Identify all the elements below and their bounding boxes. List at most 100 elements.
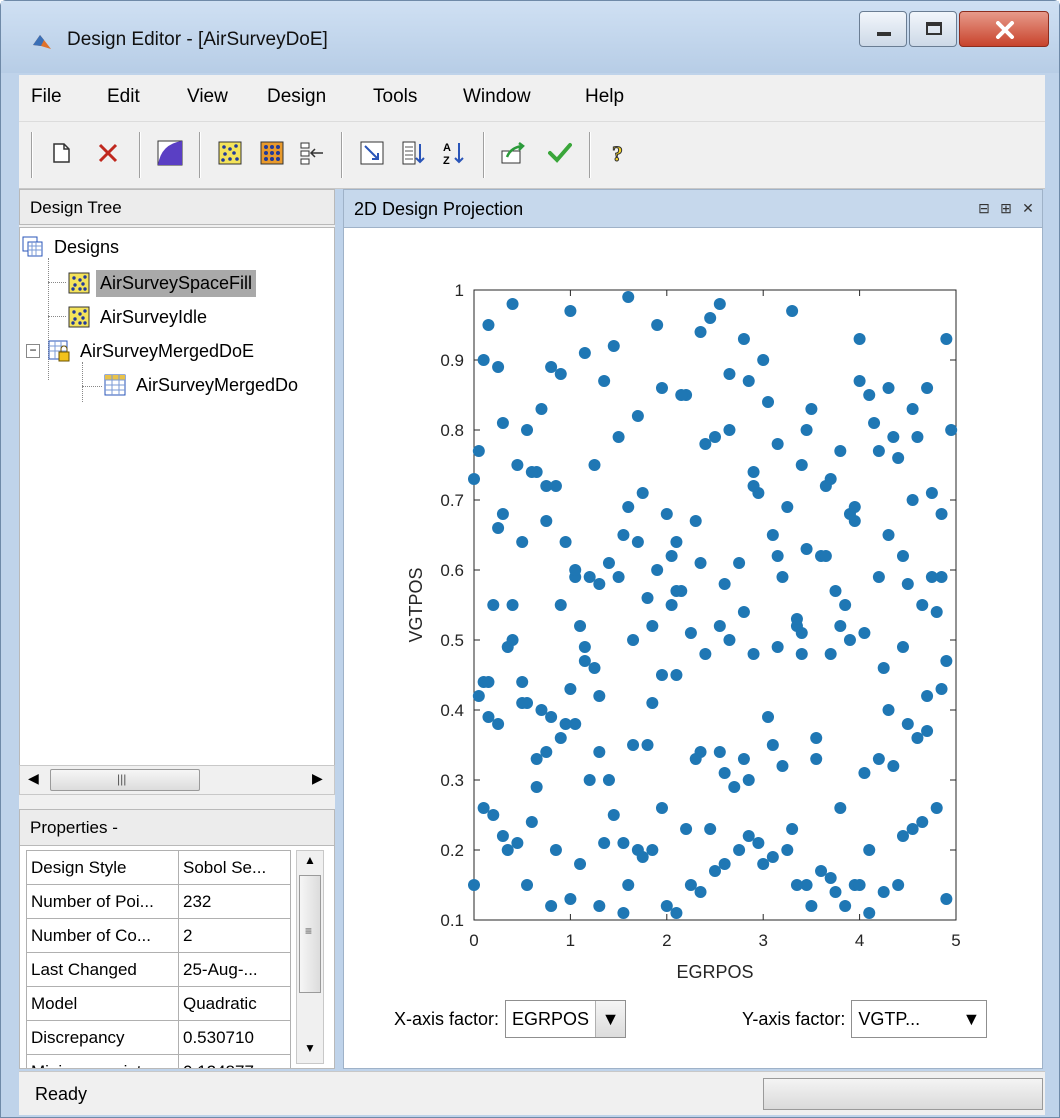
scroll-thumb[interactable]: ≡ (299, 875, 321, 993)
sort-points-icon (402, 141, 425, 165)
data-point (496, 417, 509, 429)
sort-points-button[interactable] (397, 134, 431, 172)
accept-button[interactable] (543, 134, 577, 172)
data-point (675, 389, 688, 401)
tree-root-designs[interactable]: Designs (22, 232, 123, 262)
property-key: Number of Co... (26, 918, 179, 953)
tree-item-airsurveyspacefill[interactable]: AirSurveySpaceFill (68, 268, 257, 298)
scroll-right-icon[interactable]: ▶ (312, 770, 323, 787)
help-button[interactable]: ? (603, 134, 637, 172)
close-view-icon[interactable]: ✕ (1018, 198, 1038, 218)
y-tick-label: 0.3 (440, 771, 464, 790)
properties-row[interactable]: Design Style Sobol Se... (26, 850, 291, 885)
data-point (680, 823, 693, 835)
x-axis-factor-value: EGRPOS (512, 1008, 590, 1029)
collapse-icon[interactable]: − (26, 344, 40, 358)
data-point (602, 557, 615, 569)
data-point (482, 676, 495, 688)
properties-row[interactable]: Discrepancy 0.530710 (26, 1020, 291, 1055)
maximize-button[interactable] (909, 11, 957, 47)
properties-vertical-scrollbar[interactable]: ▲ ≡ ▼ (296, 850, 324, 1064)
scroll-up-icon[interactable]: ▲ (304, 853, 316, 867)
data-point (921, 690, 934, 702)
close-button[interactable] (959, 11, 1049, 47)
data-point (935, 508, 948, 520)
tree-item-airsurveymergeddoe[interactable]: − AirSurveyMergedDoE (26, 336, 258, 366)
data-point (530, 753, 543, 765)
data-point (578, 641, 591, 653)
data-point (829, 886, 842, 898)
title-bar: Design Editor - [AirSurveyDoE] (1, 1, 1059, 73)
data-point (670, 536, 683, 548)
grip-icon: ≡ (305, 924, 313, 938)
properties-row[interactable]: Last Changed 25-Aug-... (26, 952, 291, 987)
menu-file[interactable]: File (31, 86, 62, 108)
properties-row[interactable]: Minimum point ...0.124877 (26, 1054, 291, 1068)
new-design-button[interactable] (45, 134, 79, 172)
data-point (887, 431, 900, 443)
data-point (583, 774, 596, 786)
menu-view[interactable]: View (187, 86, 228, 108)
tree-item-airsurveyidle[interactable]: AirSurveyIdle (68, 302, 211, 332)
menu-window[interactable]: Window (463, 86, 531, 108)
data-point (853, 879, 866, 891)
data-point (781, 501, 794, 513)
data-point (863, 907, 876, 919)
y-tick-label: 0.9 (440, 351, 464, 370)
x-tick-label: 4 (855, 931, 864, 950)
data-point (492, 522, 505, 534)
properties-row[interactable]: Number of Co... 2 (26, 918, 291, 953)
data-point (521, 424, 534, 436)
data-point (723, 634, 736, 646)
close-icon (996, 21, 1014, 39)
split-vertical-icon[interactable]: ⊞ (996, 198, 1016, 218)
data-point (742, 830, 755, 842)
data-point (877, 886, 890, 898)
data-point (747, 648, 760, 660)
split-horizontal-icon[interactable]: ⊟ (974, 198, 994, 218)
export-button[interactable] (497, 134, 531, 172)
menu-design[interactable]: Design (267, 86, 326, 108)
data-point (655, 802, 668, 814)
progress-bar (763, 1078, 1043, 1110)
data-point (569, 564, 582, 576)
tree-horizontal-scrollbar[interactable]: ◀ ||| ▶ (19, 765, 335, 795)
delete-button[interactable] (91, 134, 125, 172)
design-constraints-button[interactable] (153, 134, 187, 172)
sort-az-button[interactable]: AZ (437, 134, 471, 172)
projection-header: 2D Design Projection ⊟ ⊞ ✕ (344, 190, 1042, 228)
menu-edit[interactable]: Edit (107, 86, 140, 108)
menu-help[interactable]: Help (585, 86, 624, 108)
data-point (872, 753, 885, 765)
scroll-down-icon[interactable]: ▼ (304, 1041, 316, 1055)
data-point (617, 529, 630, 541)
data-point (472, 445, 485, 457)
scroll-left-icon[interactable]: ◀ (28, 770, 39, 787)
space-fill-design-button[interactable] (213, 134, 247, 172)
chevron-down-icon[interactable]: ▼ (595, 1001, 626, 1037)
status-bar: Ready (19, 1071, 1045, 1115)
data-point (776, 571, 789, 583)
data-point (925, 487, 938, 499)
properties-row[interactable]: Number of Poi... 232 (26, 884, 291, 919)
merge-designs-button[interactable] (295, 134, 329, 172)
property-value: 0.530710 (178, 1020, 291, 1055)
scroll-thumb[interactable]: ||| (50, 769, 200, 791)
x-axis-factor-dropdown[interactable]: EGRPOS ▼ (505, 1000, 627, 1038)
tree-connector (82, 362, 83, 402)
data-point (646, 844, 659, 856)
select-points-button[interactable] (355, 134, 389, 172)
chevron-down-icon[interactable]: ▼ (956, 1001, 987, 1037)
data-point (853, 333, 866, 345)
properties-row[interactable]: Model Quadratic (26, 986, 291, 1021)
y-axis-factor-dropdown[interactable]: VGTP... ▼ (851, 1000, 988, 1038)
data-point (877, 662, 890, 674)
data-point (540, 480, 553, 492)
y-tick-label: 0.8 (440, 421, 464, 440)
menu-tools[interactable]: Tools (373, 86, 417, 108)
data-point (839, 900, 852, 912)
tree-item-airsurveymergeddo-child[interactable]: AirSurveyMergedDo (104, 370, 302, 400)
classical-design-button[interactable] (255, 134, 289, 172)
toolbar-separator (483, 132, 485, 178)
minimize-button[interactable] (859, 11, 907, 47)
